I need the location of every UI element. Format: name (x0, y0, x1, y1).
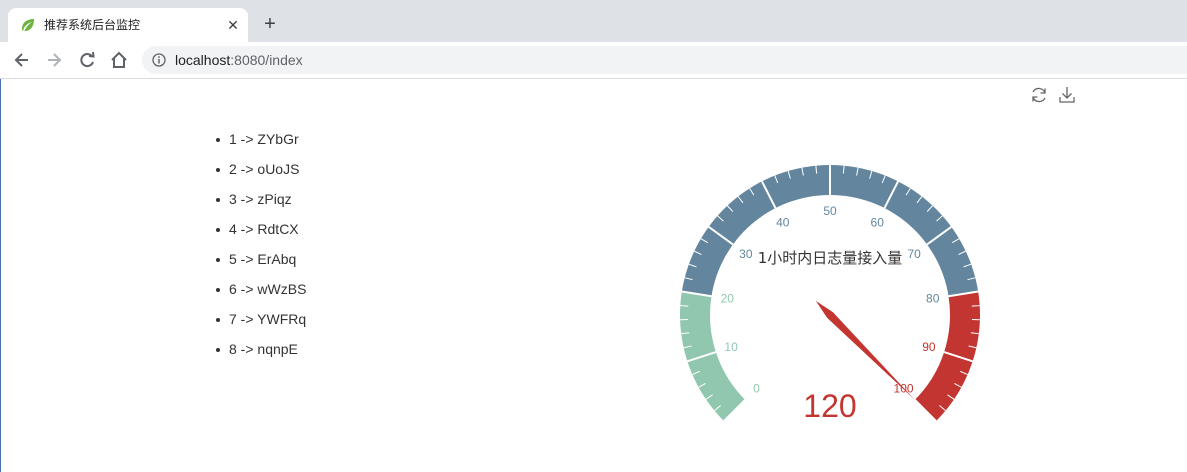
list-item: 7 -> YWFRq (214, 311, 306, 341)
gauge-tick (680, 305, 689, 307)
list-item: 3 -> zPiqz (214, 191, 306, 221)
list-item: 8 -> nqnpE (214, 341, 306, 371)
reload-icon[interactable] (77, 50, 97, 70)
back-icon[interactable] (12, 50, 32, 70)
gauge-tick-label: 10 (724, 340, 738, 354)
info-icon[interactable] (152, 53, 166, 67)
download-icon[interactable] (1057, 85, 1077, 105)
list-item: 5 -> ErAbq (214, 251, 306, 281)
refresh-icon[interactable] (1029, 85, 1049, 105)
list-item: 4 -> RdtCX (214, 221, 306, 251)
gauge-band-3 (914, 291, 980, 422)
gauge-chart: 01020304050607080901001小时内日志量接入量120 (680, 164, 980, 424)
gauge-pointer (815, 300, 915, 400)
url-path: :8080/index (230, 52, 303, 68)
home-icon[interactable] (109, 50, 129, 70)
gauge-tick (971, 305, 980, 307)
gauge-band-1 (680, 291, 746, 422)
tab-title: 推荐系统后台监控 (44, 18, 141, 32)
gauge-tick-label: 90 (922, 340, 936, 354)
list-item: 1 -> ZYbGr (214, 131, 306, 161)
chart-toolbox (1029, 85, 1077, 105)
item-list: 1 -> ZYbGr 2 -> oUoJS 3 -> zPiqz 4 -> RdtCX… (214, 131, 306, 371)
list-item: 6 -> wWzBS (214, 281, 306, 311)
gauge-tick-label: 80 (926, 292, 940, 306)
gauge-tick-label: 0 (753, 382, 760, 396)
gauge-tick-label: 40 (776, 215, 790, 229)
gauge-tick-label: 70 (907, 247, 921, 261)
page-content: 1 -> ZYbGr 2 -> oUoJS 3 -> zPiqz 4 -> RdtCX… (0, 79, 1187, 472)
tab-strip: 推荐系统后台监控 ✕ + (0, 0, 1187, 42)
gauge-tick-label: 50 (823, 204, 837, 218)
url-host: localhost (175, 52, 231, 68)
new-tab-icon[interactable]: + (260, 14, 280, 34)
gauge-tick-label: 20 (721, 292, 735, 306)
address-bar[interactable]: localhost:8080/index (142, 46, 1187, 74)
gauge-value: 120 (803, 388, 856, 424)
url-text: localhost:8080/index (175, 52, 303, 68)
tab-close-icon[interactable]: ✕ (224, 16, 242, 34)
browser-tab[interactable]: 推荐系统后台监控 ✕ (8, 8, 248, 42)
gauge-tick-label: 30 (739, 247, 753, 261)
leaf-icon (22, 19, 34, 31)
list-item: 2 -> oUoJS (214, 161, 306, 191)
gauge-tick-label: 60 (871, 215, 885, 229)
forward-icon[interactable] (44, 50, 64, 70)
browser-toolbar: localhost:8080/index (0, 42, 1187, 79)
gauge-title: 1小时内日志量接入量 (758, 249, 903, 267)
